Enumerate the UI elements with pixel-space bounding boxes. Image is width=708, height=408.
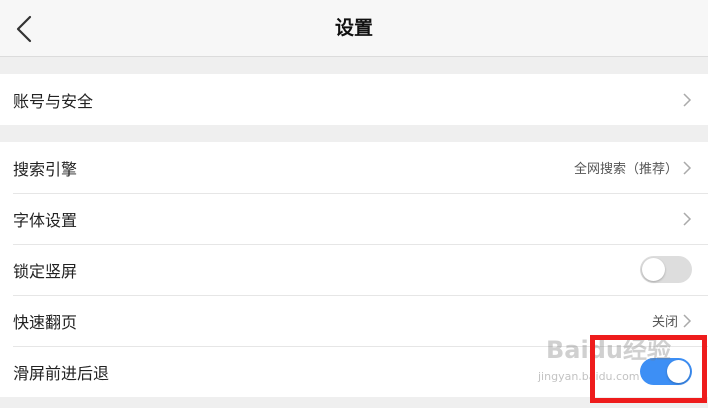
setting-row-lock-portrait: 锁定竖屏 — [0, 244, 708, 295]
chevron-right-icon — [683, 160, 692, 175]
chevron-right-icon — [683, 92, 692, 107]
setting-row-font[interactable]: 字体设置 — [0, 193, 708, 244]
toggle-knob — [642, 258, 665, 281]
settings-group-account: 账号与安全 — [0, 74, 708, 125]
swipe-navigation-toggle[interactable] — [640, 358, 692, 385]
toggle-knob — [667, 360, 690, 383]
setting-label: 字体设置 — [13, 210, 78, 230]
setting-label: 滑屏前进后退 — [13, 363, 110, 383]
setting-label: 锁定竖屏 — [13, 261, 78, 281]
setting-row-quick-page[interactable]: 快速翻页 关闭 — [0, 295, 708, 346]
setting-row-account-security[interactable]: 账号与安全 — [0, 74, 708, 125]
settings-group-browsing: 搜索引擎 全网搜索（推荐） 字体设置 锁定竖屏 快速翻页 关闭 滑屏前进后退 — [0, 142, 708, 397]
setting-value: 全网搜索（推荐） — [573, 162, 678, 177]
chevron-right-icon — [683, 313, 692, 328]
page-title: 设置 — [334, 17, 373, 39]
setting-row-swipe-navigation: 滑屏前进后退 — [0, 346, 708, 397]
setting-label: 账号与安全 — [13, 91, 94, 111]
setting-label: 快速翻页 — [13, 312, 78, 332]
header-bar: 设置 — [0, 0, 708, 57]
setting-label: 搜索引擎 — [13, 159, 78, 179]
lock-portrait-toggle[interactable] — [640, 256, 692, 283]
chevron-right-icon — [683, 211, 692, 226]
setting-row-search-engine[interactable]: 搜索引擎 全网搜索（推荐） — [0, 142, 708, 193]
setting-value: 关闭 — [651, 315, 678, 330]
